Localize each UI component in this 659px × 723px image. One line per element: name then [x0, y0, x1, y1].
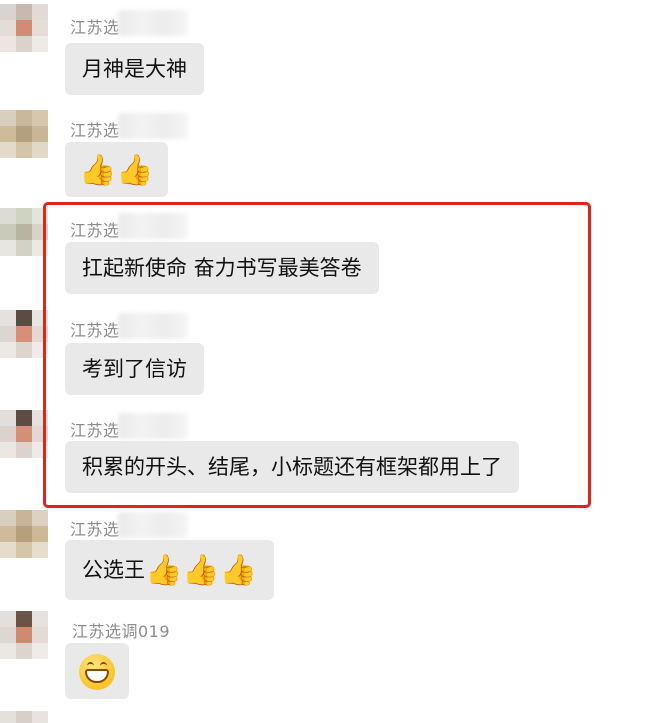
sender-name-redaction [118, 113, 188, 139]
message-text: 公选王 [82, 558, 145, 582]
message-bubble[interactable]: 积累的开头、结尾，小标题还有框架都用上了 [65, 441, 519, 493]
avatar[interactable] [0, 208, 48, 256]
message-bubble[interactable]: 公选王👍👍👍 [65, 540, 275, 600]
sender-name: 江苏选 [70, 121, 120, 140]
grinning-face-icon [79, 653, 115, 690]
sender-name-redaction [118, 313, 188, 339]
message-bubble[interactable]: 月神是大神 [65, 43, 204, 95]
message-bubble[interactable]: 考到了信访 [65, 343, 204, 395]
avatar[interactable] [0, 110, 48, 158]
thumbs-up-icon: 👍👍👍 [145, 553, 258, 588]
avatar[interactable] [0, 410, 48, 458]
avatar[interactable] [0, 711, 48, 723]
sender-name: 江苏选 [70, 321, 120, 340]
sender-name: 江苏选 [70, 18, 120, 37]
sender-name-redaction [118, 413, 188, 439]
sender-name-redaction [118, 10, 188, 36]
avatar[interactable] [0, 510, 48, 558]
sender-name: 江苏选 [70, 421, 120, 440]
sender-name: 江苏选调019 [72, 622, 171, 641]
message-bubble[interactable]: 扛起新使命 奋力书写最美答卷 [65, 242, 379, 294]
message-bubble[interactable] [65, 643, 129, 699]
thumbs-up-icon: 👍👍 [79, 152, 154, 188]
sender-name-redaction [118, 512, 188, 538]
sender-name: 江苏选 [70, 221, 120, 240]
avatar[interactable] [0, 4, 48, 52]
sender-name-redaction [118, 213, 188, 239]
message-bubble[interactable]: 👍👍 [65, 142, 168, 197]
avatar[interactable] [0, 611, 48, 659]
sender-name: 江苏选 [70, 520, 120, 539]
avatar[interactable] [0, 310, 48, 358]
